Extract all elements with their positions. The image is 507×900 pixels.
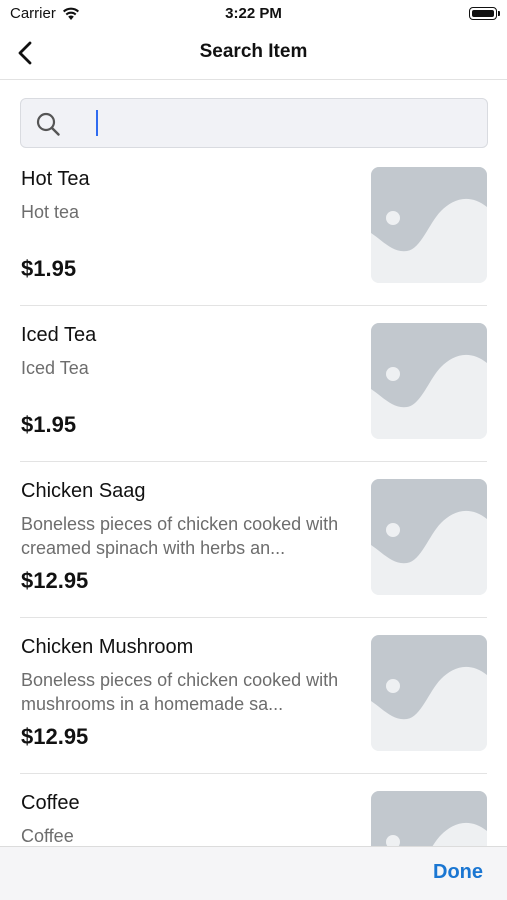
item-description: Iced Tea	[21, 358, 89, 378]
image-placeholder-icon	[371, 479, 487, 595]
item-description: Boneless pieces of chicken cooked with m…	[21, 670, 339, 714]
list-item[interactable]: Chicken Mushroom Boneless pieces of chic…	[20, 618, 487, 774]
list-item[interactable]: Coffee Coffee	[20, 774, 487, 850]
image-placeholder-icon	[371, 167, 487, 283]
item-price: $1.95	[21, 256, 77, 281]
list-item[interactable]: Chicken Saag Boneless pieces of chicken …	[20, 462, 487, 618]
item-description: Boneless pieces of chicken cooked with c…	[21, 514, 339, 558]
item-name: Hot Tea	[21, 168, 90, 190]
item-price: $12.95	[21, 568, 89, 593]
item-name: Chicken Saag	[21, 480, 146, 502]
image-placeholder-icon	[371, 323, 487, 439]
keyboard-toolbar: Done	[0, 846, 507, 900]
battery-icon	[469, 7, 500, 20]
item-name: Coffee	[21, 792, 80, 814]
page-title: Search Item	[199, 41, 308, 62]
item-price: $12.95	[21, 724, 89, 749]
item-description: Hot tea	[21, 202, 80, 222]
search-box[interactable]	[20, 98, 488, 148]
done-button[interactable]: Done	[433, 861, 483, 884]
search-results-list[interactable]: Hot Tea Hot tea $1.95 Iced Tea Iced Tea …	[0, 150, 507, 850]
text-cursor	[96, 110, 98, 136]
item-name: Iced Tea	[21, 324, 97, 346]
item-name: Chicken Mushroom	[21, 636, 194, 658]
search-icon	[36, 112, 60, 136]
navigation-bar: Search Item	[0, 28, 507, 80]
search-input[interactable]	[73, 107, 473, 139]
item-price: $1.95	[21, 412, 77, 437]
status-time: 3:22 PM	[225, 5, 282, 22]
item-description: Coffee	[21, 826, 74, 846]
image-placeholder-icon	[371, 791, 487, 850]
list-item[interactable]: Iced Tea Iced Tea $1.95	[20, 306, 487, 462]
status-bar: Carrier 3:22 PM	[0, 0, 507, 28]
image-placeholder-icon	[371, 635, 487, 751]
battery-level	[472, 10, 494, 17]
list-item[interactable]: Hot Tea Hot tea $1.95	[20, 150, 487, 306]
